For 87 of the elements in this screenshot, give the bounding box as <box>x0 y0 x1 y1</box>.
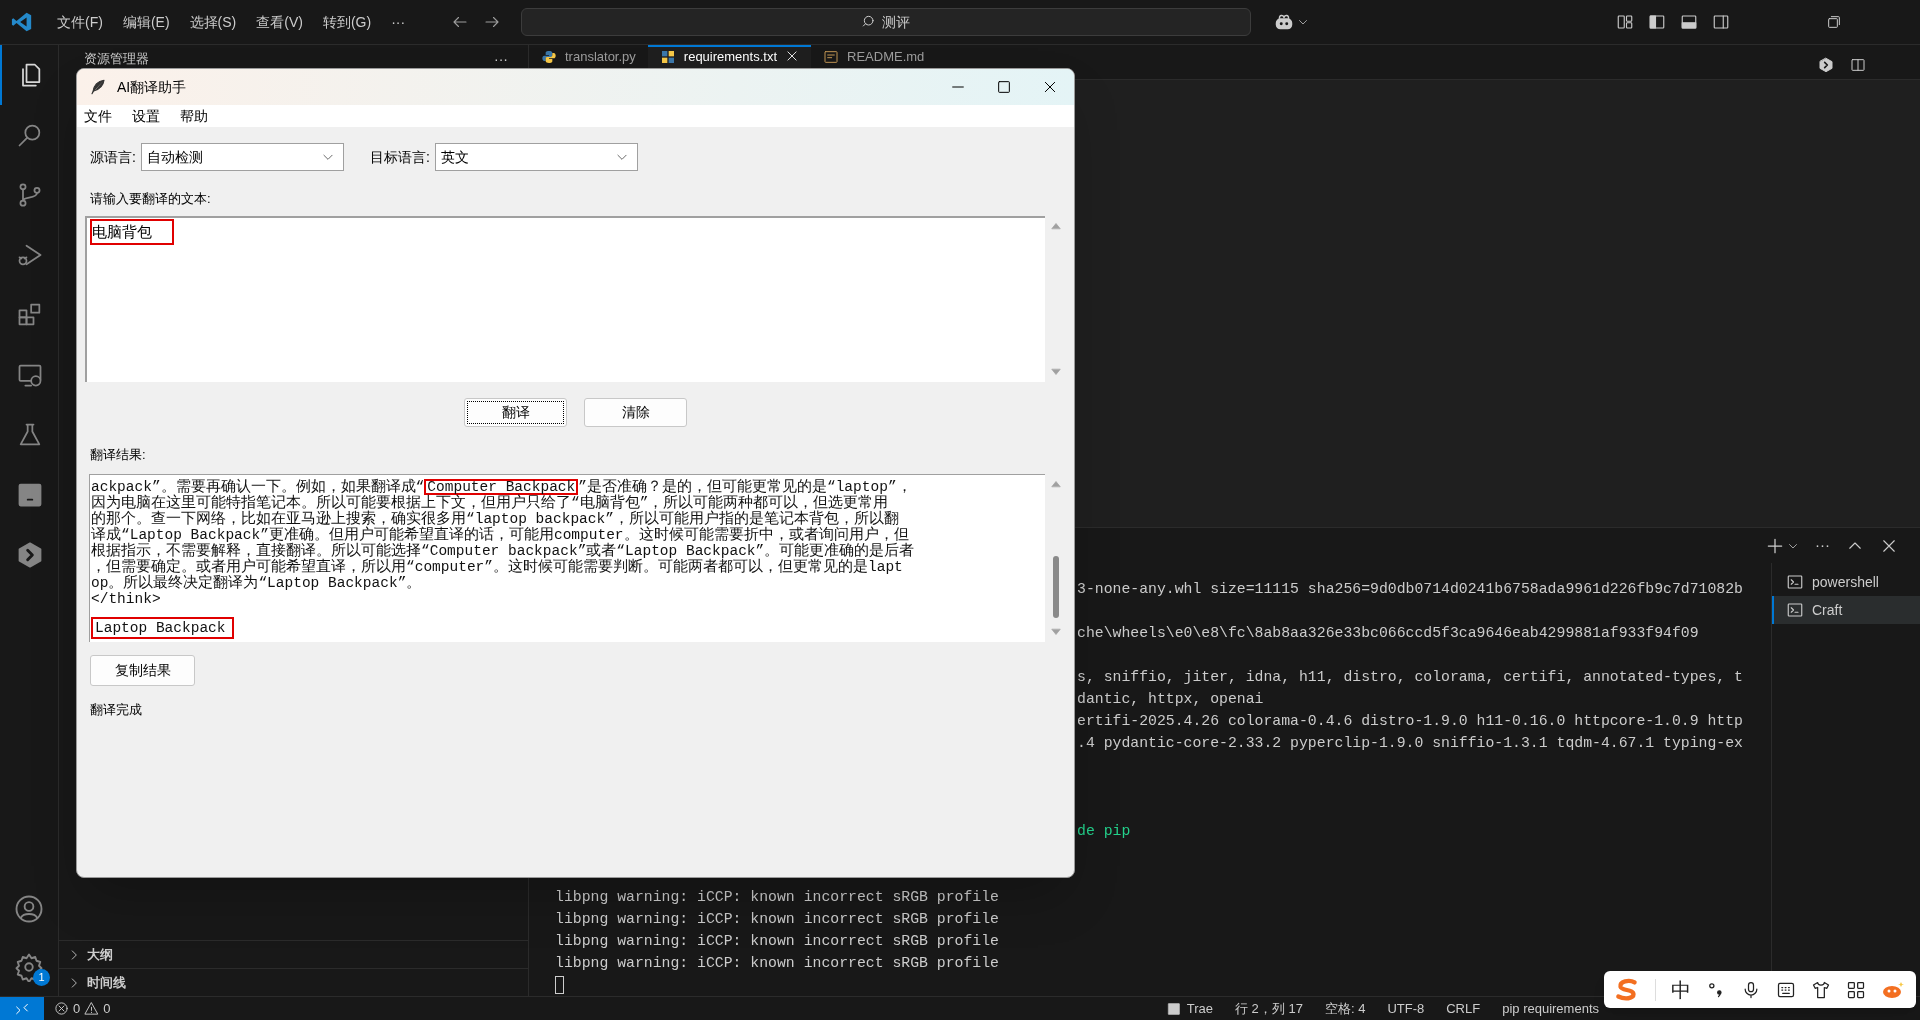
menu-item[interactable]: 查看(V) <box>246 11 313 33</box>
scrollbar-thumb[interactable] <box>1052 556 1059 618</box>
logo-icon <box>11 11 33 33</box>
language-dropdown[interactable]: 英文 <box>434 143 638 171</box>
document-icon <box>823 49 840 65</box>
problems-button[interactable]: 0 0 <box>54 998 111 1019</box>
terminal-icon <box>1786 573 1804 591</box>
warning-icon <box>84 1001 100 1016</box>
left-panel-icon[interactable] <box>1648 13 1666 31</box>
hexagon-icon <box>16 541 44 569</box>
terminal-icon <box>1786 601 1804 619</box>
result-line: ackpack”。需要再确认一下。例如，如果翻译成“ Computer Backpack ”是否准确？是的，但可能更常见的是“laptop”， <box>91 479 913 495</box>
editor-tab[interactable]: README.md <box>811 45 937 79</box>
grid-icon[interactable] <box>1846 979 1866 1000</box>
text-input[interactable]: 电脑背包 <box>85 216 1045 382</box>
terminal-line: ertifi-2025.4.26 colorama-0.4.6 distro-1.9.0 h11-0.16.0 httpcore-1.0.9 http <box>1077 712 1743 731</box>
menu-item[interactable]: 选择(S) <box>179 11 247 33</box>
result-line: ，但需要确定。或者用户可能希望直译，所以用“computer”。这时候可能需要判断。可能两者都可以，但更常见的是lapt <box>91 559 904 575</box>
terminal-line: de pip <box>1077 822 1131 841</box>
terminal-line: libpng warning: iCCP: known incorrect sRGB profile <box>555 888 1000 907</box>
menu-item[interactable]: 转到(G) <box>312 11 382 33</box>
status-text: 翻译完成 <box>89 701 143 719</box>
right-panel-icon[interactable] <box>1712 13 1730 31</box>
terminal-line: dantic, httpx, openai <box>1077 690 1264 709</box>
result-line: op。所以最终决定翻译为“Laptop Backpack”。 <box>91 575 423 591</box>
terminal-line: s, sniffio, jiter, idna, h11, distro, colorama, certifi, annotated-types, t <box>1077 668 1743 687</box>
status-item[interactable]: Trae <box>1166 998 1213 1019</box>
layout-icon[interactable] <box>1616 13 1634 31</box>
status-item[interactable]: CRLF <box>1446 998 1481 1019</box>
result-line: 的那个。查一下网络，比如在亚马逊上搜索，确实很多用“laptop backpack”，所以可能用户指的是笔记本背包，所以翻 <box>91 511 900 527</box>
menu-item[interactable]: ··· <box>381 11 416 33</box>
input-mode-button[interactable]: 中 <box>1671 979 1691 1000</box>
square-icon <box>16 481 44 509</box>
terminal-line: libpng warning: iCCP: known incorrect sRGB profile <box>555 910 1000 929</box>
account-icon[interactable] <box>14 894 44 924</box>
menu-item[interactable]: 编辑(E) <box>112 11 180 33</box>
s-logo-icon[interactable] <box>1614 976 1640 1003</box>
status-item[interactable]: UTF-8 <box>1387 998 1425 1019</box>
result-line: </think> <box>91 591 162 607</box>
terminal-session[interactable]: Craft <box>1772 596 1920 624</box>
window-title: AI翻译助手 <box>117 77 187 97</box>
file-icon <box>659 49 676 65</box>
status-item[interactable]: 行 2，列 17 <box>1235 998 1303 1019</box>
editor-tab[interactable]: translator.py <box>529 45 648 79</box>
language-dropdown[interactable]: 自动检测 <box>140 143 344 171</box>
settings-icon[interactable] <box>14 952 44 982</box>
maximize-icon[interactable] <box>996 79 1012 95</box>
menu-item[interactable]: 文件(F) <box>47 11 113 33</box>
terminal-line: 3-none-any.whl size=11115 sha256=9d0db0714d0241b6758ada9961d226fb9c7d71082b <box>1077 580 1743 599</box>
menu-item[interactable]: 文件 <box>84 105 112 127</box>
status-item[interactable]: 空格: 4 <box>1324 998 1366 1019</box>
terminal-cursor <box>555 976 564 994</box>
terminal-line: che\wheels\e0\e8\fc\8ab8aa326e33bc066ccd5f3ca9646eab4299881af933f94f09 <box>1077 624 1699 643</box>
field-label: 翻译结果: <box>89 447 147 463</box>
dialog-button[interactable]: 翻译 <box>464 398 567 427</box>
hexagon-icon[interactable] <box>1818 57 1834 73</box>
close-icon[interactable] <box>1042 79 1058 95</box>
bottom-panel-icon[interactable] <box>1680 13 1698 31</box>
shirt-icon[interactable] <box>1811 979 1831 1000</box>
result-line: 根据指示，不需要解释，直接翻译。所以可能选择“Computer backpack”或者“Laptop Backpack”。可能更准确的是后者 <box>91 543 916 559</box>
status-item[interactable]: pip requirements <box>1502 998 1599 1019</box>
menu-item[interactable]: 设置 <box>132 105 160 127</box>
result-line: 因为电脑在这里可能特指笔记本。所以可能要根据上下文，但用户只给了“电脑背包”，所以可能两种都可以，但选更常用 <box>91 495 889 511</box>
more-button[interactable]: ··· <box>494 49 508 70</box>
close-icon[interactable] <box>785 49 800 63</box>
field-label: 源语言: <box>90 147 136 167</box>
dialog-button[interactable]: 清除 <box>584 398 687 427</box>
more-button[interactable]: ··· <box>1815 534 1830 557</box>
field-label: 目标语言: <box>369 147 430 167</box>
result-line: 译成“Laptop Backpack”更准确。但用户可能希望直译的话，可能用computer。这时候可能需要折中，或者询问用户，但 <box>91 527 909 543</box>
copy-button[interactable]: 复制结果 <box>90 655 195 686</box>
python-file-icon <box>541 49 557 65</box>
section-header[interactable]: 大纲 <box>59 940 528 968</box>
sidebar-title: 资源管理器 <box>84 50 149 68</box>
notification-badge: 1 <box>33 969 50 986</box>
field-label: 请输入要翻译的文本: <box>89 191 212 207</box>
terminal-line: .4 pydantic-core-2.33.2 pyperclip-1.9.0 sniffio-1.3.1 tqdm-4.67.1 typing-ex <box>1077 734 1743 753</box>
terminal-line: libpng warning: iCCP: known incorrect sRGB profile <box>555 954 1000 973</box>
split-editor-icon[interactable] <box>1850 57 1866 73</box>
error-icon <box>54 1001 69 1016</box>
search-field[interactable]: 测评 <box>521 8 1252 36</box>
square-icon <box>1166 1001 1181 1016</box>
restore-icon[interactable] <box>1826 14 1842 30</box>
terminal-line: libpng warning: iCCP: known incorrect sRGB profile <box>555 932 1000 951</box>
feather-icon <box>89 78 107 96</box>
menu-item[interactable]: 帮助 <box>180 105 208 127</box>
terminal-session[interactable]: powershell <box>1772 568 1920 596</box>
